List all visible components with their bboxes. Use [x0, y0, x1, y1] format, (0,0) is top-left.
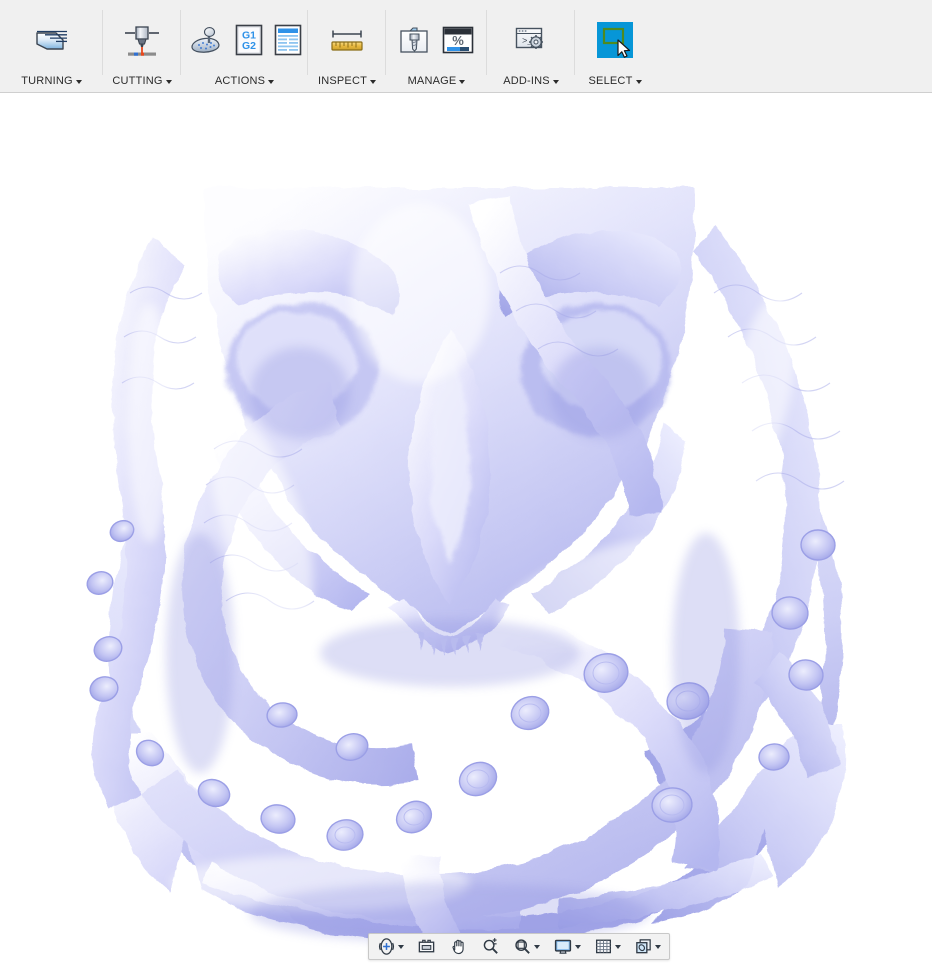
ribbon-group-turning-label[interactable]: TURNING	[21, 75, 82, 93]
viewports-icon[interactable]	[631, 935, 664, 958]
3d-viewport[interactable]	[0, 93, 932, 964]
chevron-down-icon[interactable]	[552, 80, 559, 84]
manage-label-text: MANAGE	[407, 75, 457, 87]
3d-model-canvas[interactable]	[0, 93, 932, 964]
chevron-down-icon[interactable]	[75, 80, 82, 84]
chevron-down-icon[interactable]	[165, 80, 172, 84]
chevron-down-icon[interactable]	[370, 80, 377, 84]
scripts-and-addins-icon[interactable]: >_	[512, 22, 550, 58]
chevron-down-icon[interactable]	[459, 80, 466, 84]
ribbon-group-select-icons	[585, 4, 645, 75]
pan-hand-icon[interactable]	[446, 935, 471, 958]
ribbon-group-manage: % MANAGE	[386, 0, 487, 93]
ribbon-group-turning: TURNING	[0, 0, 103, 93]
inspect-label-text: INSPECT	[317, 75, 368, 87]
ribbon-group-cutting-label[interactable]: CUTTING	[112, 75, 172, 93]
chevron-down-icon[interactable]	[398, 944, 404, 949]
ribbon-group-turning-icons	[22, 4, 82, 75]
ribbon-group-add-ins-icons: >_	[502, 4, 560, 75]
nav-spacer	[584, 946, 591, 947]
ribbon-group-inspect: INSPECT	[308, 0, 386, 93]
application-window: TURNING CUTTING G1 G2 ACTIONS INSPECT % …	[0, 0, 932, 964]
machining-time-percent-icon[interactable]: %	[441, 23, 475, 57]
ribbon-toolbar: TURNING CUTTING G1 G2 ACTIONS INSPECT % …	[0, 0, 932, 93]
ribbon-group-inspect-label[interactable]: INSPECT	[317, 75, 377, 93]
g2-text: G2	[241, 40, 255, 52]
fit-icon[interactable]	[510, 935, 543, 958]
ribbon-group-actions-icons: G1 G2	[177, 4, 313, 75]
percent-glyph: %	[452, 33, 464, 48]
chevron-down-icon[interactable]	[268, 80, 275, 84]
ribbon-group-cutting-icons	[112, 4, 172, 75]
chevron-down-icon[interactable]	[655, 944, 661, 949]
nav-spacer	[624, 946, 631, 947]
ribbon-group-add-ins: >_ ADD-INS	[487, 0, 575, 93]
nav-spacer	[543, 946, 550, 947]
nav-spacer	[471, 946, 478, 947]
simulate-icon[interactable]	[187, 21, 225, 59]
select-label-text: SELECT	[588, 75, 633, 87]
ribbon-group-actions-label[interactable]: ACTIONS	[214, 75, 275, 93]
kraken-skull-anchor-relief	[86, 188, 846, 959]
zoom-icon[interactable]	[478, 935, 503, 958]
look-at-icon[interactable]	[414, 935, 439, 958]
ribbon-group-manage-icons: %	[388, 4, 485, 75]
cutting-label-text: CUTTING	[112, 75, 163, 87]
ribbon-group-cutting: CUTTING	[103, 0, 181, 93]
nav-spacer	[503, 946, 510, 947]
chevron-down-icon[interactable]	[635, 80, 642, 84]
view-navigation-bar	[368, 933, 670, 960]
grid-snaps-icon[interactable]	[591, 935, 624, 958]
ribbon-group-select-label[interactable]: SELECT	[589, 75, 642, 93]
ribbon-group-inspect-icons	[316, 4, 378, 75]
ribbon-group-actions: G1 G2 ACTIONS	[181, 0, 308, 93]
select-cursor-icon[interactable]	[595, 20, 635, 60]
actions-label-text: ACTIONS	[214, 75, 266, 87]
nav-spacer	[407, 946, 414, 947]
cutting-jet-icon[interactable]	[122, 20, 162, 60]
add-ins-label-text: ADD-INS	[503, 75, 550, 87]
turning-label-text: TURNING	[21, 75, 73, 87]
display-settings-icon[interactable]	[550, 935, 584, 958]
ribbon-group-select: SELECT	[575, 0, 655, 93]
post-process-g1-g2-icon[interactable]: G1 G2	[234, 23, 264, 57]
chevron-down-icon[interactable]	[615, 944, 621, 949]
ribbon-group-manage-label[interactable]: MANAGE	[408, 75, 466, 93]
turning-profile-icon[interactable]	[32, 21, 72, 59]
ribbon-group-add-ins-label[interactable]: ADD-INS	[503, 75, 559, 93]
setup-sheet-icon[interactable]	[273, 23, 303, 57]
chevron-down-icon[interactable]	[575, 944, 581, 949]
orbit-icon[interactable]	[374, 935, 407, 958]
chevron-down-icon[interactable]	[534, 944, 540, 949]
nav-spacer	[439, 946, 446, 947]
measure-ruler-icon[interactable]	[326, 22, 368, 58]
tool-library-icon[interactable]	[398, 22, 432, 58]
